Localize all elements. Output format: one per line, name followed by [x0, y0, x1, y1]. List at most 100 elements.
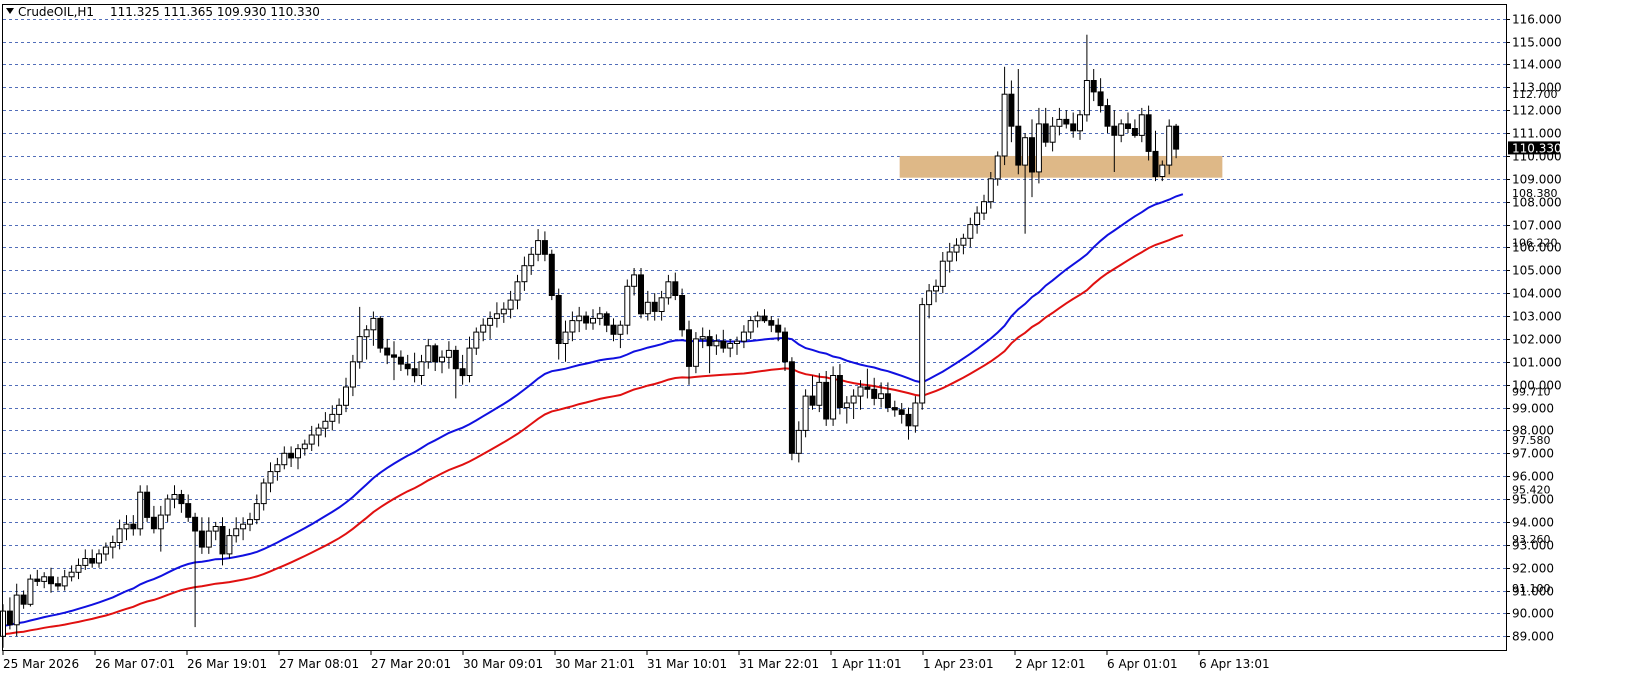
x-tick-label: 6 Apr 13:01	[1199, 657, 1270, 671]
candle-body	[418, 361, 425, 376]
y-tick-label: 114.000	[1512, 58, 1562, 72]
candle-body	[514, 281, 521, 301]
candle-body	[617, 324, 624, 335]
x-tick-label: 1 Apr 23:01	[923, 657, 994, 671]
candle-body	[144, 491, 151, 518]
candle-body	[857, 386, 864, 397]
x-tick-label: 26 Mar 19:01	[187, 657, 267, 671]
candle	[802, 389, 809, 438]
candle-body	[185, 503, 192, 518]
candle-body	[89, 558, 96, 564]
candle-body	[1077, 114, 1083, 132]
candle-body	[830, 375, 837, 420]
candle-body	[912, 402, 919, 427]
candle-body	[836, 375, 843, 408]
candle-body	[1090, 80, 1097, 93]
candle-body	[816, 381, 823, 406]
symbol-label: CrudeOIL,H1	[18, 5, 94, 19]
candle-body	[493, 313, 500, 319]
y-tick-label: 101.000	[1512, 356, 1562, 370]
candle-body	[459, 368, 466, 377]
candle-body	[507, 299, 514, 310]
candle-body	[54, 583, 61, 587]
candle-body	[267, 471, 274, 484]
candle-body	[926, 290, 933, 306]
candle-body	[994, 155, 1001, 180]
candle-body	[1049, 125, 1056, 143]
candle-body	[247, 519, 253, 525]
y-tick-label: 111.000	[1512, 127, 1562, 141]
candle-body	[871, 388, 878, 399]
candle-body	[480, 324, 487, 333]
candle-body	[713, 340, 720, 347]
candle-body	[397, 356, 404, 365]
candle-body	[6, 610, 13, 626]
price-chart[interactable]: 116.000115.000114.000113.000112.000111.0…	[0, 0, 1641, 676]
candle-body	[638, 274, 644, 315]
x-tick-label: 27 Mar 08:01	[279, 657, 359, 671]
candle-body	[631, 274, 638, 287]
x-tick-label: 30 Mar 21:01	[555, 657, 635, 671]
candle-body	[274, 464, 281, 473]
y-tick-label: 96.000	[1512, 470, 1554, 484]
y-tick-label: 89.000	[1512, 630, 1554, 644]
candle-body	[349, 361, 356, 388]
candle-body	[219, 526, 226, 555]
y-tick-label: 90.000	[1512, 607, 1554, 621]
candle-body	[864, 386, 871, 390]
support-zone-layer	[899, 155, 1223, 178]
candle-body	[734, 340, 740, 345]
candle-body	[1070, 123, 1077, 132]
candle-body	[336, 404, 343, 415]
x-tick-label: 25 Mar 2026	[3, 657, 79, 671]
y-tick-label: 102.000	[1512, 333, 1562, 347]
candle-body	[802, 395, 809, 431]
candle-body	[109, 542, 116, 548]
candle	[377, 316, 384, 353]
y-tick-label: 112.000	[1512, 104, 1562, 118]
candle-body	[404, 363, 411, 370]
candle-body	[576, 315, 583, 322]
candle-body	[933, 285, 939, 292]
x-tick-label: 31 Mar 22:01	[739, 657, 819, 671]
candle-body	[686, 329, 692, 367]
y-price-label: 93.260	[1512, 533, 1551, 546]
candle-body	[974, 212, 981, 226]
candle	[27, 574, 34, 607]
candle-body	[679, 295, 686, 331]
candle-body	[1166, 125, 1173, 166]
candle-body	[466, 347, 473, 377]
candle-body	[672, 281, 679, 296]
candle-body	[1159, 164, 1166, 178]
y-price-label: 99.710	[1512, 385, 1551, 398]
x-tick-label: 1 Apr 11:01	[831, 657, 902, 671]
candle-body	[391, 354, 397, 358]
candle-body	[178, 494, 185, 505]
candle-body	[370, 317, 377, 331]
candle-body	[898, 409, 905, 415]
candle-body	[226, 535, 233, 555]
candle-body	[233, 528, 240, 537]
candle-body	[1008, 93, 1015, 127]
candle-body	[1063, 118, 1070, 125]
candle-body	[102, 546, 109, 555]
candle	[548, 249, 555, 301]
candle-body	[850, 395, 857, 404]
candle-body	[329, 413, 336, 422]
candle-body	[953, 244, 960, 253]
y-tick-label: 107.000	[1512, 219, 1562, 233]
candle-body	[699, 336, 706, 340]
candle-body	[795, 429, 802, 454]
candle-body	[946, 251, 953, 262]
candle-body	[1104, 105, 1111, 127]
candle-body	[624, 285, 631, 326]
candle-body	[425, 345, 432, 363]
candle-body	[137, 491, 144, 530]
candle-body	[528, 253, 535, 267]
candle-body	[343, 386, 349, 406]
candle-body	[644, 301, 651, 315]
candle-body	[1145, 114, 1152, 152]
candle-body	[68, 571, 75, 578]
candle-body	[562, 331, 569, 345]
candle-body	[1138, 114, 1145, 136]
